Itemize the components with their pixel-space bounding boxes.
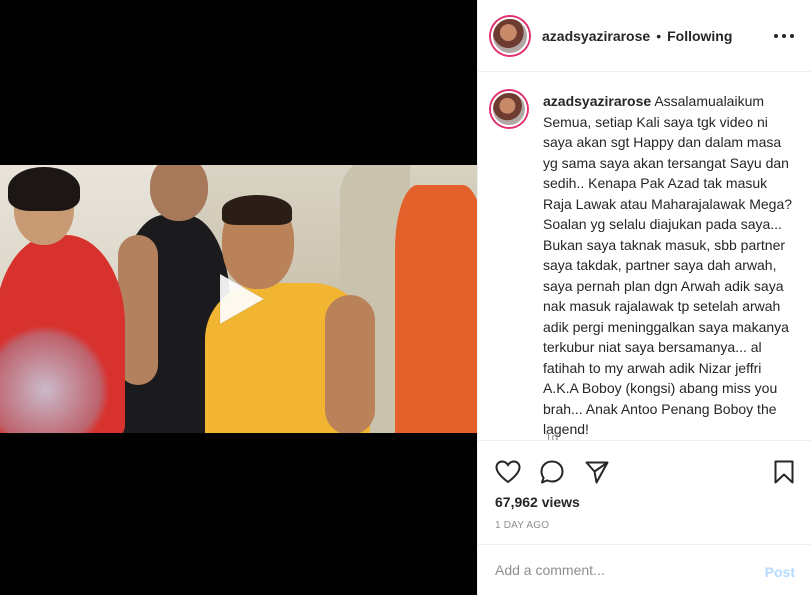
post-sidebar: azadsyazirarose • Following azadsyazirar…	[477, 0, 811, 595]
person-yellow-arm	[325, 295, 375, 433]
person-orange-shirt	[395, 185, 477, 433]
play-icon[interactable]	[206, 266, 272, 332]
paper-plane-icon[interactable]	[584, 459, 610, 485]
avatar[interactable]	[491, 16, 529, 55]
caption-avatar[interactable]	[491, 91, 527, 127]
person-yellow-hair	[222, 195, 292, 225]
views-count[interactable]: 67,962 views	[495, 494, 580, 510]
header-separator: •	[656, 27, 662, 44]
caption-username[interactable]: azadsyazirarose	[543, 93, 651, 109]
comment-input[interactable]	[495, 562, 745, 578]
post-header: azadsyazirarose • Following	[478, 0, 811, 72]
following-button[interactable]: Following	[667, 28, 732, 44]
caption-body: Assalamualaikum Semua, setiap Kali saya …	[543, 93, 793, 437]
comment-bar: Post	[478, 544, 811, 595]
action-bar	[478, 440, 811, 500]
header-username[interactable]: azadsyazirarose	[542, 28, 650, 44]
person-black-head	[150, 165, 208, 221]
more-horizontal-icon[interactable]	[774, 26, 794, 46]
caption-section: azadsyazirarose Assalamualaikum Semua, s…	[478, 73, 811, 439]
comment-bubble-icon[interactable]	[539, 459, 565, 485]
video-player[interactable]	[0, 0, 477, 595]
post-timestamp: 1 DAY AGO	[495, 520, 550, 531]
bookmark-icon[interactable]	[771, 459, 797, 485]
heart-icon[interactable]	[495, 459, 521, 485]
caption-text: azadsyazirarose Assalamualaikum Semua, s…	[543, 91, 796, 439]
person-red-hair	[8, 167, 80, 211]
post-comment-button[interactable]: Post	[765, 564, 795, 580]
